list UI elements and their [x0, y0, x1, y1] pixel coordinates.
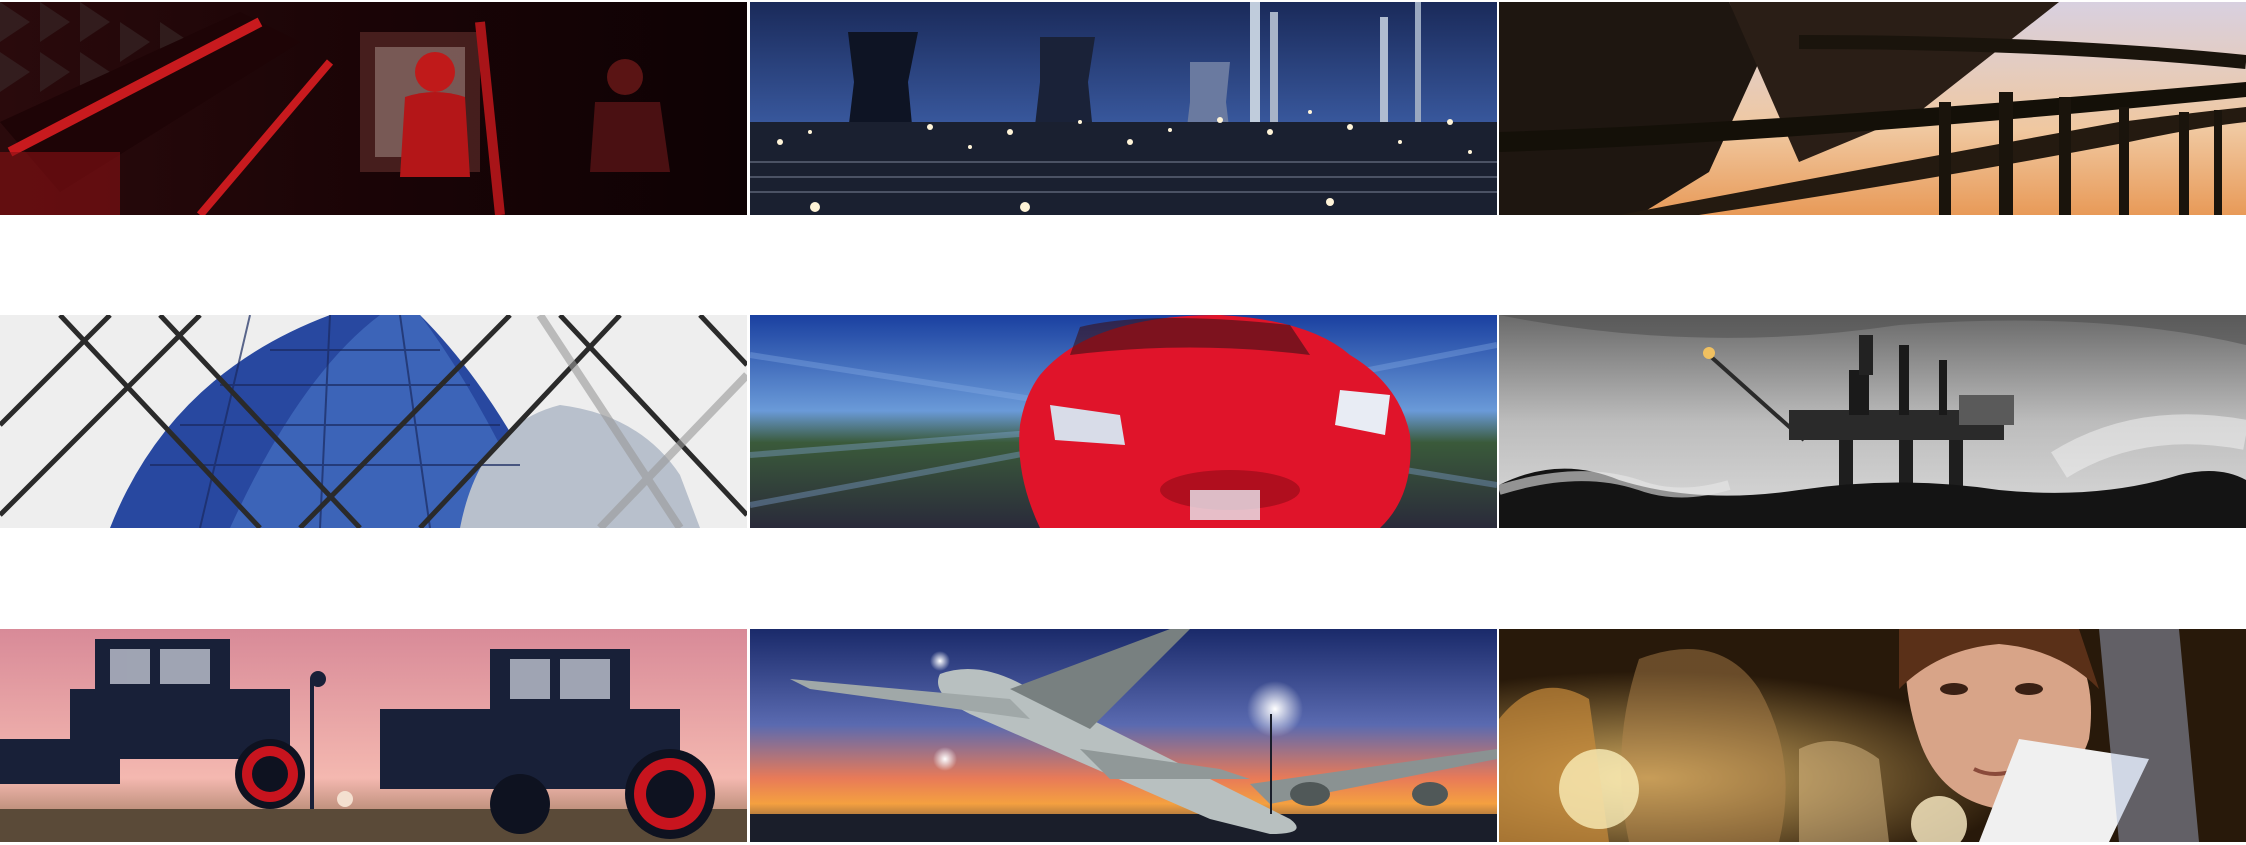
- photo-airplane-tarmac: [750, 629, 1497, 842]
- image-gallery: [0, 0, 2246, 845]
- photo-tractors-dusk: [0, 629, 747, 842]
- photo-red-sports-car: [750, 315, 1497, 528]
- photo-refinery-night: [750, 2, 1497, 215]
- photo-crash-test-dummy: [0, 2, 747, 215]
- photo-highway-overpass: [1499, 2, 2246, 215]
- photo-scientist-lab: [1499, 629, 2246, 842]
- photo-oil-platform: [1499, 315, 2246, 528]
- photo-glass-building: [0, 315, 747, 528]
